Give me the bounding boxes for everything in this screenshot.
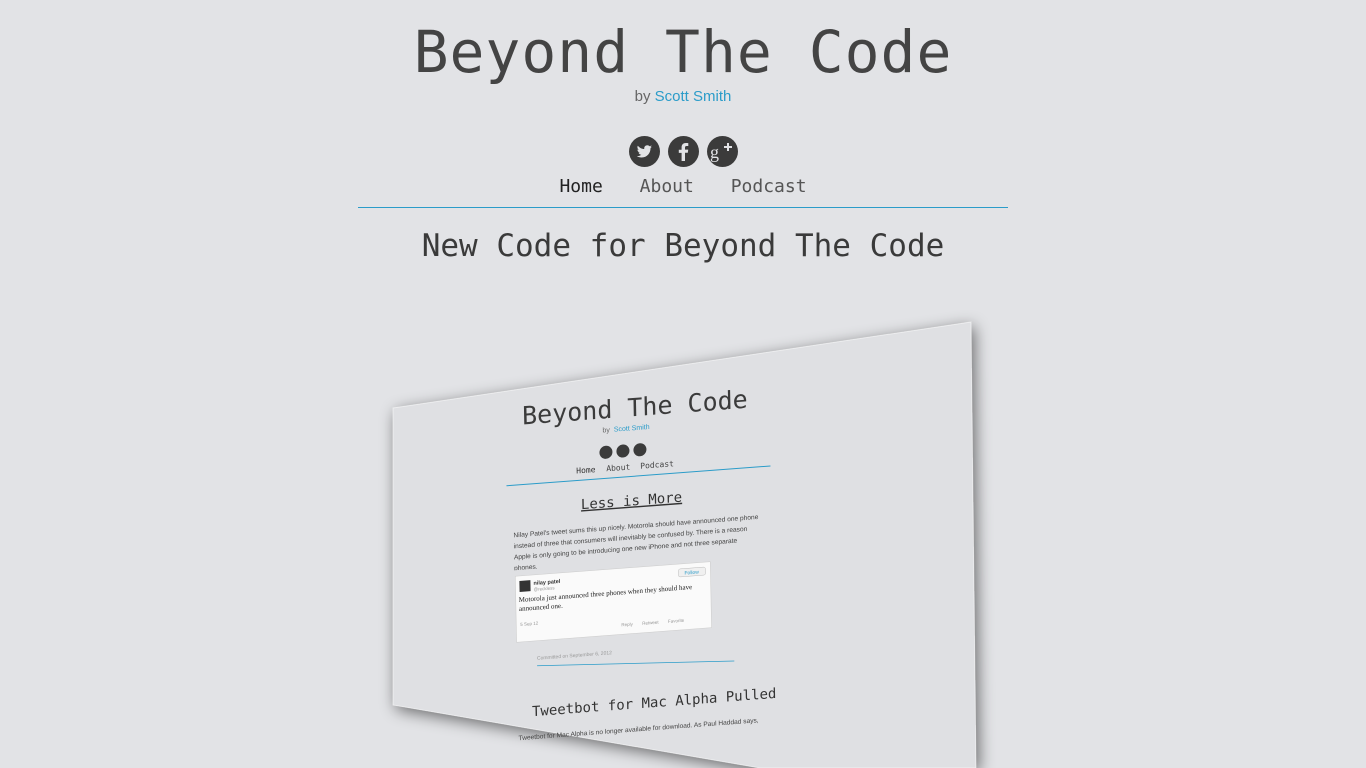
shot-by: by bbox=[602, 427, 610, 435]
shot-tweet-avatar bbox=[519, 580, 531, 592]
shot-nav-home: Home bbox=[576, 465, 596, 475]
shot-tweet-reply: Reply bbox=[621, 621, 633, 627]
shot-follow-label: Follow bbox=[684, 569, 699, 576]
page: Beyond The Code by Scott Smith g Home Ab… bbox=[0, 0, 1366, 768]
shot-nav-about: About bbox=[606, 462, 630, 473]
site-screenshot-image: Beyond The Code by Scott Smith Home Abou… bbox=[392, 321, 977, 768]
